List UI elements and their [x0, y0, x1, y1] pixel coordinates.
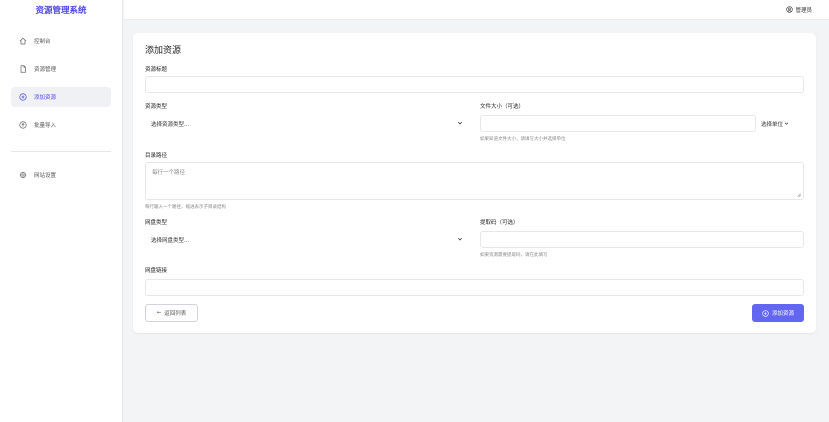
resource-title-input[interactable] [145, 76, 804, 93]
file-size-label: 文件大小（可选） [480, 104, 525, 110]
disk-type-label: 网盘类型 [145, 220, 168, 226]
home-icon [19, 37, 27, 45]
sidebar-item-label: 添加资源 [34, 95, 57, 101]
resource-title-label: 资源标题 [145, 67, 168, 73]
user-menu[interactable]: 管理员 [786, 6, 812, 14]
app-title: 资源管理系统 [35, 6, 87, 16]
extract-code-help: 如果资源需要提取码，请在此填写 [480, 253, 548, 258]
add-resource-form: 添加资源 资源标题 资源类型 选择资源类型... 文件大小（可选） 选择单位 如… [133, 33, 816, 333]
resource-type-label: 资源类型 [145, 104, 168, 110]
extract-code-label: 提取码（可选） [480, 220, 519, 226]
add-resource-button[interactable]: 添加资源 [752, 304, 804, 322]
add-button-label: 添加资源 [771, 311, 794, 317]
resource-type-value: 选择资源类型... [151, 121, 190, 128]
sidebar: 资源管理系统 控制台 资源管理 添加资源 批量导入 网站设置 [0, 0, 123, 422]
extract-code-input[interactable] [480, 231, 804, 248]
unit-select[interactable]: 选择单位 [761, 115, 789, 132]
user-icon [786, 6, 794, 13]
sidebar-item-label: 网站设置 [34, 173, 57, 179]
disk-link-input[interactable] [145, 279, 804, 296]
file-size-help: 如果知道文件大小，请填写大小并选择单位 [480, 137, 566, 142]
sidebar-item-bulk-import[interactable]: 批量导入 [11, 115, 111, 135]
sidebar-item-site-settings[interactable]: 网站设置 [11, 165, 111, 185]
disk-type-value: 选择网盘类型... [151, 237, 190, 244]
sidebar-item-label: 批量导入 [34, 123, 57, 129]
arrow-left-icon: ← [156, 310, 162, 316]
gear-icon [19, 171, 27, 179]
chevron-down-icon [457, 121, 463, 125]
page-title: 添加资源 [145, 46, 182, 56]
sidebar-nav: 控制台 资源管理 添加资源 批量导入 网站设置 [0, 31, 122, 185]
resize-handle-icon[interactable] [797, 193, 801, 197]
disk-link-label: 网盘链接 [145, 268, 168, 274]
file-size-input[interactable] [480, 115, 756, 132]
back-to-list-button[interactable]: ← 返回列表 [145, 304, 198, 322]
plus-circle-icon [19, 93, 27, 101]
sidebar-item-label: 控制台 [34, 39, 51, 45]
paths-label: 目录路径 [145, 153, 168, 159]
disk-type-select[interactable]: 选择网盘类型... [145, 231, 469, 248]
back-button-label: 返回列表 [164, 311, 187, 317]
resource-type-select[interactable]: 选择资源类型... [145, 115, 469, 132]
sidebar-divider [11, 151, 111, 152]
top-bar: 管理员 [124, 0, 829, 20]
sidebar-item-label: 资源管理 [34, 67, 57, 73]
sidebar-item-resources[interactable]: 资源管理 [11, 59, 111, 79]
paths-help: 每行输入一个路径，缩进表示子目录结构 [145, 205, 226, 210]
upload-icon [19, 121, 27, 129]
paths-textarea[interactable]: 每行一个路径 [145, 162, 804, 200]
unit-select-value: 选择单位 [761, 121, 784, 128]
chevron-down-icon [784, 122, 789, 125]
sidebar-item-dashboard[interactable]: 控制台 [11, 31, 111, 51]
user-name: 管理员 [795, 7, 812, 14]
sidebar-item-add-resource[interactable]: 添加资源 [11, 87, 111, 107]
plus-circle-icon [762, 309, 769, 317]
paths-placeholder: 每行一个路径 [152, 170, 186, 176]
file-icon [20, 65, 26, 73]
chevron-down-icon [457, 237, 463, 241]
